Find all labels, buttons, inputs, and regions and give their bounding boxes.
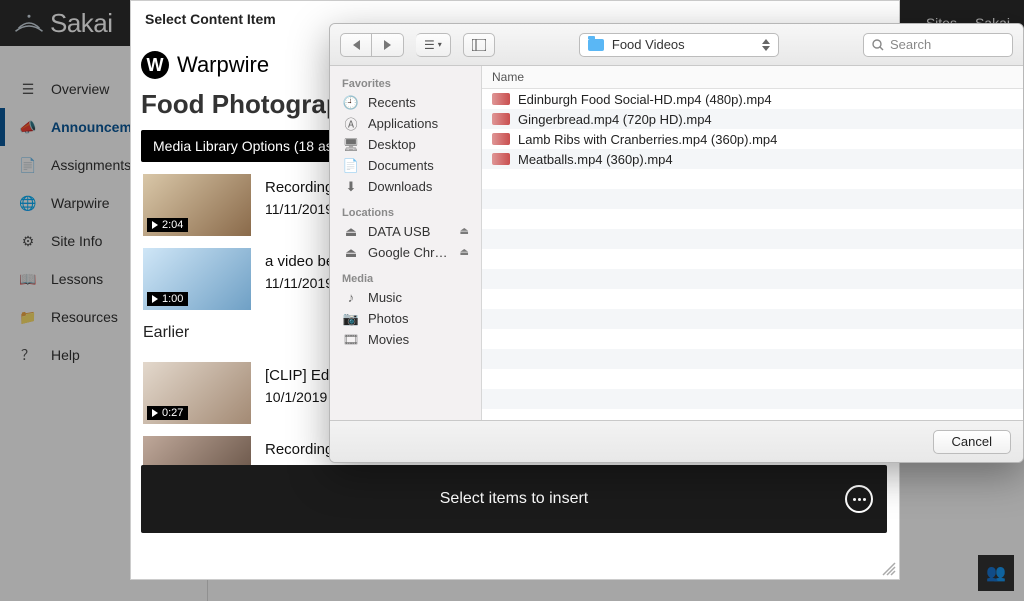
locations-label: Locations — [330, 203, 481, 221]
column-header-name[interactable]: Name — [482, 66, 1023, 89]
video-file-icon — [492, 93, 510, 105]
sidebar-downloads[interactable]: ⬇Downloads — [330, 176, 481, 197]
file-row[interactable]: Edinburgh Food Social-HD.mp4 (480p).mp4 — [482, 89, 1023, 109]
eject-icon[interactable]: ⏏ — [460, 247, 469, 258]
play-icon — [152, 409, 158, 417]
chevron-right-icon — [384, 40, 391, 50]
app-icon: Ⓐ — [342, 117, 360, 131]
chevron-left-icon — [353, 40, 360, 50]
thumbnail: 1:00 — [143, 248, 251, 310]
file-row[interactable]: Meatballs.mp4 (360p).mp4 — [482, 149, 1023, 169]
sidebar-movies[interactable]: 🎞Movies — [330, 329, 481, 350]
camera-icon: 📷 — [342, 312, 360, 326]
file-row[interactable]: Lamb Ribs with Cranberries.mp4 (360p).mp… — [482, 129, 1023, 149]
video-file-icon — [492, 153, 510, 165]
media-label: Media — [330, 269, 481, 287]
play-icon — [152, 221, 158, 229]
video-file-icon — [492, 133, 510, 145]
sidebar-google-chrome[interactable]: ⏏Google Chr…⏏ — [330, 242, 481, 263]
sidebar-photos[interactable]: 📷Photos — [330, 308, 481, 329]
sidebar-documents[interactable]: 📄Documents — [330, 155, 481, 176]
picker-toolbar: ☰ ▾ Food Videos Search — [330, 24, 1023, 66]
sidebar-recents[interactable]: 🕘Recents — [330, 92, 481, 113]
desktop-icon: 🖥 — [342, 138, 360, 152]
sidebar-music[interactable]: ♪Music — [330, 287, 481, 308]
more-options-button[interactable] — [845, 485, 873, 513]
picker-footer: Cancel — [330, 420, 1023, 462]
eject-icon[interactable]: ⏏ — [460, 226, 469, 237]
clock-icon: 🕘 — [342, 96, 360, 110]
favorites-label: Favorites — [330, 74, 481, 92]
picker-search[interactable]: Search — [863, 33, 1013, 57]
forward-button[interactable] — [372, 33, 404, 57]
file-list: Name Edinburgh Food Social-HD.mp4 (480p)… — [482, 66, 1023, 420]
resize-handle-icon[interactable] — [881, 561, 897, 577]
thumbnail: 2:04 — [143, 174, 251, 236]
warpwire-icon: W — [141, 51, 169, 79]
video-file-icon — [492, 113, 510, 125]
insert-bar: Select items to insert — [141, 465, 887, 533]
thumbnail: 0:27 — [143, 362, 251, 424]
back-button[interactable] — [340, 33, 372, 57]
picker-sidebar: Favorites 🕘Recents ⒶApplications 🖥Deskto… — [330, 66, 482, 420]
group-icon — [472, 39, 486, 51]
drive-icon: ⏏ — [342, 246, 360, 260]
documents-icon: 📄 — [342, 159, 360, 173]
nav-buttons — [340, 33, 404, 57]
insert-label: Select items to insert — [440, 490, 589, 508]
music-icon: ♪ — [342, 291, 360, 305]
film-icon: 🎞 — [342, 333, 360, 347]
view-buttons: ☰ ▾ — [416, 33, 451, 57]
search-icon — [872, 39, 884, 51]
play-icon — [152, 295, 158, 303]
view-list-button[interactable]: ☰ ▾ — [416, 33, 451, 57]
sidebar-data-usb[interactable]: ⏏DATA USB⏏ — [330, 221, 481, 242]
sidebar-applications[interactable]: ⒶApplications — [330, 113, 481, 134]
updown-icon — [762, 39, 770, 51]
folder-dropdown[interactable]: Food Videos — [579, 33, 779, 57]
group-button[interactable] — [463, 33, 495, 57]
drive-icon: ⏏ — [342, 225, 360, 239]
file-row[interactable]: Gingerbread.mp4 (720p HD).mp4 — [482, 109, 1023, 129]
folder-icon — [588, 39, 604, 51]
sidebar-desktop[interactable]: 🖥Desktop — [330, 134, 481, 155]
warpwire-logo: W Warpwire — [141, 51, 269, 79]
file-picker-dialog: ☰ ▾ Food Videos Search Favorites 🕘Recent… — [329, 23, 1024, 463]
downloads-icon: ⬇ — [342, 180, 360, 194]
cancel-button[interactable]: Cancel — [933, 430, 1011, 454]
